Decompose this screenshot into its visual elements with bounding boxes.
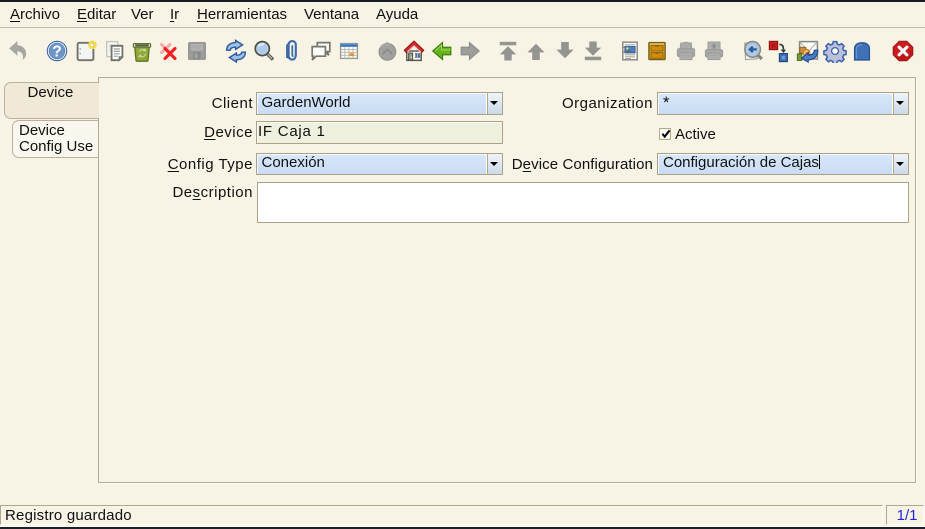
svg-text:?: ? [52, 44, 61, 61]
